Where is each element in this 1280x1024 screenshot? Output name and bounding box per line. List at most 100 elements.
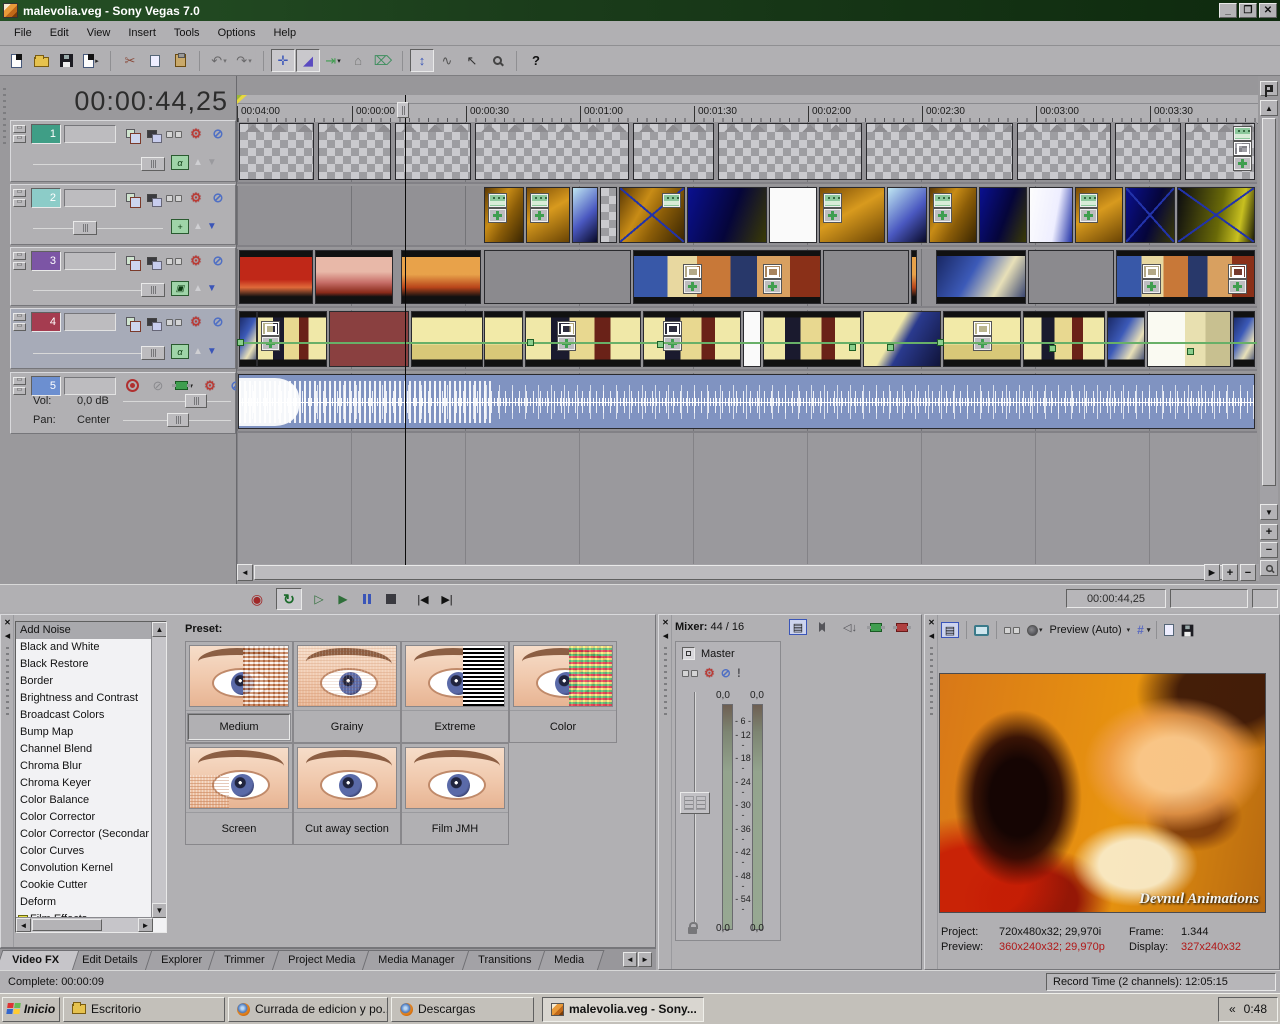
go-to-end-button[interactable]: ▶|: [434, 588, 460, 610]
split-screen-icon[interactable]: [1004, 626, 1020, 634]
zoom-out-button[interactable]: −: [1240, 564, 1256, 581]
clip[interactable]: [1116, 250, 1255, 304]
clip[interactable]: [643, 311, 741, 367]
menu-item[interactable]: Help: [265, 24, 304, 42]
compositing-mode-icon[interactable]: ▣: [171, 281, 189, 296]
close-panel-icon[interactable]: ✕: [2, 617, 13, 628]
track-number[interactable]: 1: [31, 124, 61, 144]
panel-grip[interactable]: ✕ ◀: [1, 615, 14, 947]
minimize-button[interactable]: _: [1219, 3, 1237, 18]
event-fx-icon[interactable]: [1143, 280, 1160, 293]
clip[interactable]: [1107, 311, 1145, 367]
close-panel-icon[interactable]: ✕: [660, 617, 671, 628]
pan-crop-icon[interactable]: [764, 265, 781, 278]
track-minimize-button[interactable]: ▭: [13, 377, 26, 385]
clip[interactable]: [866, 123, 1013, 180]
lock-fader-icon[interactable]: [688, 922, 698, 934]
system-tray[interactable]: « 0:48: [1217, 996, 1278, 1022]
pan-crop-icon[interactable]: [558, 322, 575, 335]
scroll-up-button[interactable]: ▲: [1260, 100, 1278, 116]
tabs-scroll-left-button[interactable]: ◄: [623, 952, 637, 967]
zoom-out-vertical-button[interactable]: −: [1260, 542, 1278, 558]
clip[interactable]: [1147, 311, 1231, 367]
enable-snapping-button[interactable]: ✛: [271, 49, 295, 72]
panel-grip[interactable]: ✕ ◀: [925, 615, 938, 969]
clip[interactable]: [1017, 123, 1111, 180]
preset-card[interactable]: Screen: [185, 743, 293, 845]
fx-list-item[interactable]: Cookie Cutter: [16, 877, 152, 894]
record-button[interactable]: ◉: [244, 588, 270, 610]
paste-button[interactable]: [168, 49, 192, 72]
close-button[interactable]: ✕: [1259, 3, 1277, 18]
level-slider[interactable]: [33, 157, 165, 171]
clip[interactable]: [633, 250, 821, 304]
track-minimize-button[interactable]: ▭: [13, 125, 26, 133]
clip[interactable]: [329, 311, 409, 367]
bypass-motion-blur-icon[interactable]: [165, 189, 183, 206]
pan-crop-icon[interactable]: [1143, 265, 1160, 278]
render-as-button[interactable]: ▸: [79, 49, 103, 72]
timeline-empty-area[interactable]: [237, 433, 1257, 565]
automation-settings-icon[interactable]: ⚙: [704, 666, 715, 680]
pause-button[interactable]: [354, 588, 380, 610]
track-fx-icon[interactable]: [143, 313, 162, 331]
clip[interactable]: [239, 250, 313, 304]
menu-item[interactable]: Edit: [42, 24, 77, 42]
timeline[interactable]: 00:00:00 00:00:30 00:01:00 00:01:30 00:02:00…: [236, 76, 1258, 612]
taskbar-task-browser-1[interactable]: Currada de edicion y po...: [228, 996, 388, 1022]
clip[interactable]: [484, 311, 523, 367]
vertical-scrollbar[interactable]: ▲ ▼: [1260, 100, 1278, 520]
menu-item[interactable]: Tools: [166, 24, 208, 42]
record-arm-button[interactable]: [123, 377, 141, 394]
track-maximize-button[interactable]: ▭: [13, 387, 26, 395]
restore-button[interactable]: ❐: [1239, 3, 1257, 18]
track-5-lane[interactable]: [237, 373, 1257, 433]
close-panel-icon[interactable]: ✕: [926, 617, 937, 628]
event-fx-icon[interactable]: [1234, 157, 1251, 170]
bypass-motion-blur-icon[interactable]: [165, 125, 183, 142]
playhead[interactable]: [405, 95, 406, 565]
time-ruler[interactable]: 00:00:00 00:00:30 00:01:00 00:01:30 00:02:00…: [237, 104, 1258, 124]
make-child-icon[interactable]: ▼: [207, 283, 217, 294]
save-button[interactable]: [54, 49, 78, 72]
scroll-down-button[interactable]: ▼: [1260, 504, 1278, 520]
clip[interactable]: [1185, 123, 1255, 180]
scroll-right-button[interactable]: ►: [138, 918, 153, 932]
event-fx-icon[interactable]: [1080, 209, 1097, 222]
clip[interactable]: [619, 187, 685, 243]
fx-list-item[interactable]: Brightness and Contrast: [16, 690, 152, 707]
clip[interactable]: [526, 187, 570, 243]
taskbar-task-browser-2[interactable]: Descargas: [391, 996, 534, 1022]
overlays-grid-icon[interactable]: # ▾: [1137, 623, 1150, 637]
selection-end-display[interactable]: [1252, 589, 1278, 608]
fx-list-item[interactable]: Color Balance: [16, 792, 152, 809]
new-button[interactable]: [4, 49, 28, 72]
dock-tab[interactable]: Media Manager: [361, 950, 476, 970]
fx-list-item[interactable]: Channel Blend: [16, 741, 152, 758]
event-fx-icon[interactable]: [934, 209, 951, 222]
make-child-icon[interactable]: ▼: [207, 157, 217, 168]
make-parent-icon[interactable]: ▲: [193, 346, 203, 357]
envelope-edit-tool-button[interactable]: ∿: [435, 49, 459, 72]
whats-this-help-button[interactable]: ?: [524, 49, 548, 72]
mute-button[interactable]: ⊘: [721, 666, 731, 680]
pan-slider[interactable]: [123, 413, 231, 427]
clip[interactable]: [763, 311, 861, 367]
clip[interactable]: [475, 123, 629, 180]
fx-list-item[interactable]: Color Corrector: [16, 809, 152, 826]
track-envelope[interactable]: [237, 339, 1257, 355]
stop-button[interactable]: [378, 588, 404, 610]
track-fx-icon[interactable]: ▾: [171, 377, 193, 394]
track-maximize-button[interactable]: ▭: [13, 323, 26, 331]
normal-edit-tool-button[interactable]: ↕: [410, 49, 434, 72]
volume-slider[interactable]: [123, 394, 231, 408]
fx-list-item[interactable]: Border: [16, 673, 152, 690]
loop-playback-button[interactable]: ↻: [276, 588, 302, 610]
track-header-4[interactable]: ▭▭ 4 ⚙ ⊘ ! α ▲ ▼: [10, 308, 242, 369]
clip[interactable]: [484, 250, 631, 304]
clip[interactable]: [1115, 123, 1181, 180]
clip[interactable]: [315, 250, 393, 304]
event-fx-icon[interactable]: [684, 280, 701, 293]
track-motion-icon[interactable]: [121, 313, 141, 332]
track-number[interactable]: 3: [31, 251, 61, 271]
